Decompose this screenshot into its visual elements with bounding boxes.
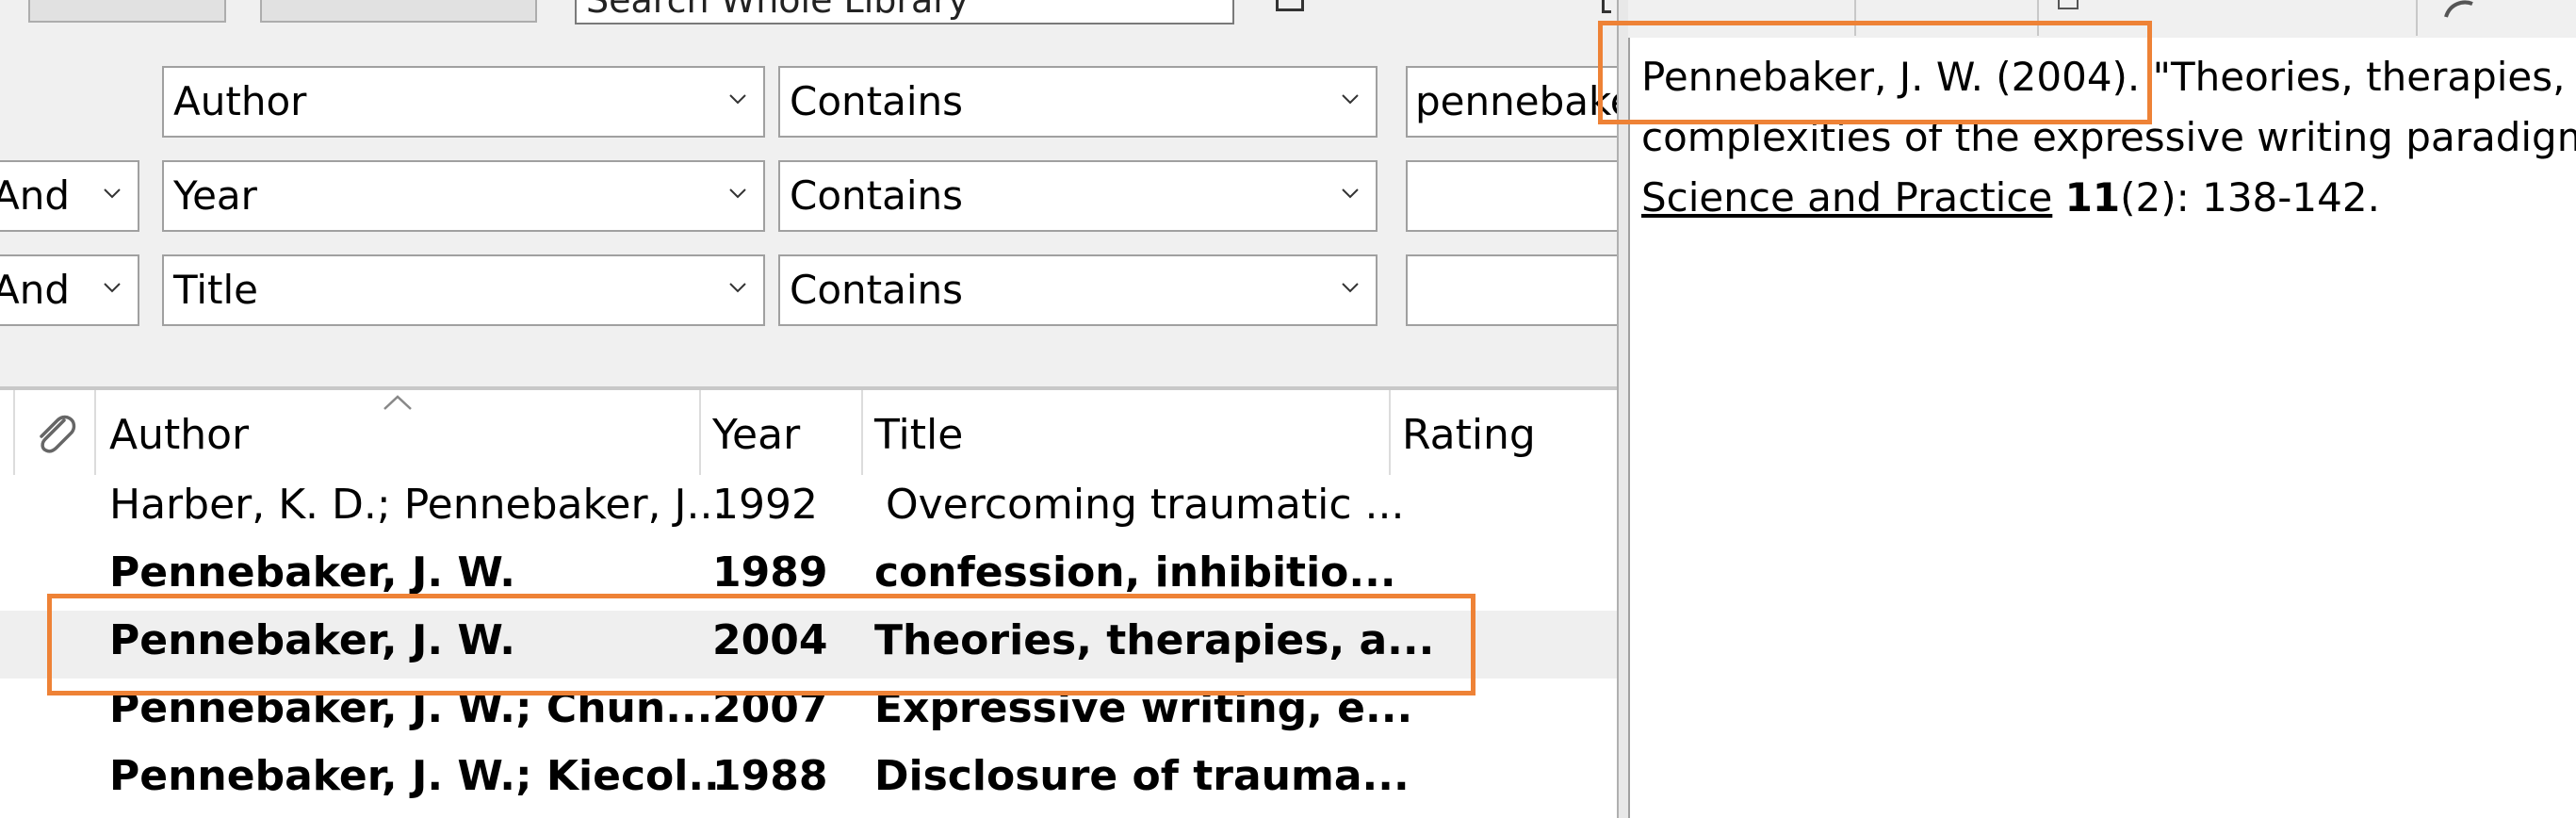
search-field-select[interactable]: Author xyxy=(162,66,765,138)
column-header-author[interactable]: Author xyxy=(109,411,249,459)
table-row[interactable]: Harber, K. D.; Pennebaker, J... 1992 Ove… xyxy=(0,475,1621,543)
library-search-input[interactable]: Search Whole Library xyxy=(575,0,1234,25)
search-operator-value: Contains xyxy=(790,267,964,313)
citation-volume: 11 xyxy=(2064,174,2121,221)
citation-title-start: "Theories, therapies, and taxonomies: xyxy=(2152,54,2576,100)
column-separator[interactable] xyxy=(94,390,96,475)
preview-tab-separator xyxy=(2416,0,2418,36)
row-author: Pennebaker, J. W.; Kiecol... xyxy=(109,752,736,800)
chevron-down-icon xyxy=(1342,94,1359,105)
search-field-value: Year xyxy=(173,172,257,219)
column-separator[interactable] xyxy=(699,390,701,475)
row-author: Harber, K. D.; Pennebaker, J... xyxy=(109,481,726,529)
chevron-down-icon xyxy=(729,283,746,293)
citation-issue-pages: (2): 138-142. xyxy=(2120,174,2380,221)
search-field-value: Title xyxy=(173,267,259,313)
citation-journal: Science and Practice xyxy=(1641,174,2053,221)
row-year: 1992 xyxy=(712,481,818,529)
toolbar-button-1[interactable] xyxy=(28,0,226,23)
row-title: confession, inhibitio... xyxy=(874,548,1396,597)
search-connector-select[interactable]: And xyxy=(0,254,139,326)
table-row[interactable]: Pennebaker, J. W.; Kiecol... 1988 Disclo… xyxy=(0,746,1621,814)
search-panel: Author Contains pennebaker And Year Cont… xyxy=(0,26,1632,384)
search-operator-select[interactable]: Contains xyxy=(778,254,1378,326)
row-year: 1989 xyxy=(712,548,828,597)
chevron-down-icon xyxy=(104,188,121,199)
column-header-rating[interactable]: Rating xyxy=(1402,411,1536,459)
column-separator[interactable] xyxy=(861,390,863,475)
search-operator-select[interactable]: Contains xyxy=(778,66,1378,138)
column-separator[interactable] xyxy=(13,390,15,475)
search-field-select[interactable]: Year xyxy=(162,160,765,232)
column-header-title[interactable]: Title xyxy=(874,411,963,459)
row-author: Pennebaker, J. W. xyxy=(109,548,516,597)
toolbar-button-2[interactable] xyxy=(260,0,537,23)
search-value-input[interactable] xyxy=(1406,160,1632,232)
attachment-icon[interactable] xyxy=(30,407,79,456)
list-header: Author Year Title Rating xyxy=(0,390,1621,475)
highlight-selected-row xyxy=(47,594,1475,695)
highlight-citation-author-year xyxy=(1598,21,2152,124)
chevron-down-icon xyxy=(104,283,121,293)
chevron-down-icon xyxy=(1342,283,1359,293)
row-title: Disclosure of trauma... xyxy=(874,752,1410,800)
search-operator-value: Contains xyxy=(790,172,964,219)
attachment-icon[interactable] xyxy=(2440,0,2501,19)
column-header-year[interactable]: Year xyxy=(712,411,800,459)
library-search-placeholder: Search Whole Library xyxy=(586,0,970,21)
row-year: 1988 xyxy=(712,752,828,800)
search-operator-select[interactable]: Contains xyxy=(778,160,1378,232)
search-value-input[interactable] xyxy=(1406,254,1632,326)
window-corner-mark xyxy=(1602,0,1611,13)
chevron-down-icon xyxy=(729,94,746,105)
options-checkbox[interactable] xyxy=(1276,0,1304,11)
document-icon[interactable] xyxy=(2058,0,2079,9)
search-connector-value: And xyxy=(0,172,71,219)
search-connector-select[interactable]: And xyxy=(0,160,139,232)
column-separator[interactable] xyxy=(1389,390,1391,475)
preview-line-3: Science and Practice 11(2): 138-142. xyxy=(1641,168,2576,228)
search-field-value: Author xyxy=(173,78,307,124)
row-title: Overcoming traumatic ... xyxy=(886,481,1405,529)
search-field-select[interactable]: Title xyxy=(162,254,765,326)
search-connector-value: And xyxy=(0,267,71,313)
reference-preview-pane: Pennebaker, J. W. (2004). "Theories, the… xyxy=(1628,38,2576,818)
sort-ascending-icon xyxy=(383,395,412,410)
chevron-down-icon xyxy=(729,188,746,199)
chevron-down-icon xyxy=(1342,188,1359,199)
search-operator-value: Contains xyxy=(790,78,964,124)
